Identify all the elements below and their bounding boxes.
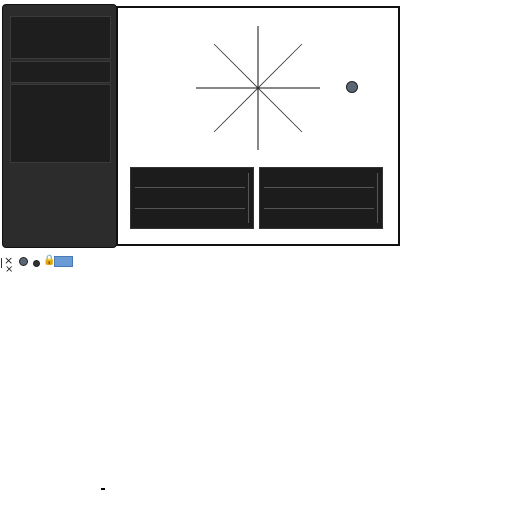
scrollbar[interactable]	[248, 173, 249, 223]
main-window	[116, 6, 400, 246]
panel-divider	[264, 208, 374, 209]
stray-mark	[101, 488, 105, 490]
globe-icon[interactable]	[19, 257, 28, 266]
sidebar-panel	[2, 4, 117, 248]
sidebar-block-top[interactable]	[10, 16, 111, 59]
right-panel[interactable]	[259, 167, 383, 229]
tag-icon[interactable]	[54, 256, 73, 267]
sidebar-block-lower[interactable]	[10, 84, 111, 163]
panel-divider	[135, 208, 245, 209]
bottom-tray: × × 🔒	[0, 255, 80, 275]
scrollbar[interactable]	[377, 173, 378, 223]
panel-divider	[135, 187, 245, 188]
compass-icon[interactable]	[196, 26, 320, 150]
left-panel[interactable]	[130, 167, 254, 229]
close-icon[interactable]: ×	[5, 265, 13, 275]
tray-separator	[1, 258, 2, 268]
knob-icon[interactable]	[346, 81, 358, 93]
sidebar-block-middle[interactable]	[10, 61, 111, 83]
panel-divider	[264, 187, 374, 188]
dot-icon[interactable]	[33, 260, 40, 267]
